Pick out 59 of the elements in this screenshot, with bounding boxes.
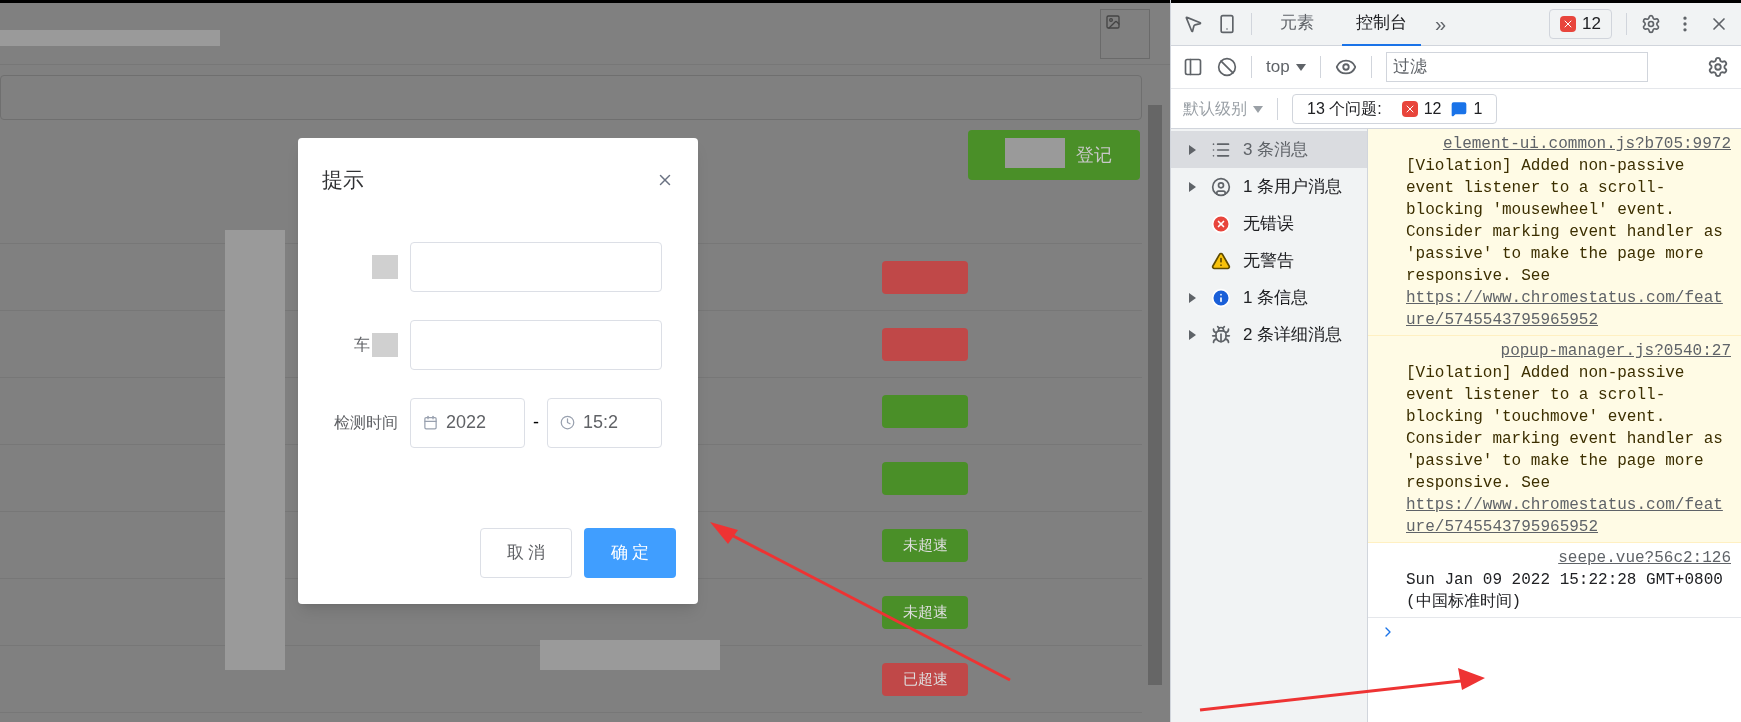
range-separator: - — [532, 411, 540, 434]
filter-field[interactable]: 过滤 — [1385, 52, 1648, 82]
user-icon — [1211, 176, 1231, 197]
blur-patch — [1005, 138, 1065, 168]
caret-icon — [1187, 329, 1197, 340]
url-link[interactable]: https://www.chromestatus.com/feature/5745543795965952 — [1406, 287, 1731, 331]
cancel-button[interactable]: 取 消 — [480, 528, 572, 578]
date-field[interactable]: 2022 — [410, 397, 525, 448]
more-tabs-button[interactable]: » — [1435, 9, 1447, 39]
settings-icon[interactable] — [1707, 56, 1729, 78]
status-tag: 已超速 — [882, 662, 968, 696]
message-text: Sun Jan 09 2022 15:22:28 GMT+0800 (中国标准时间) — [1406, 570, 1724, 613]
clear-console-icon[interactable] — [1217, 57, 1237, 77]
sidebar-item[interactable]: 2 条详细消息 — [1171, 316, 1367, 353]
source-link[interactable]: element-ui.common.js?b705:9972 — [1442, 133, 1731, 155]
sidebar-item[interactable]: 1 条信息 — [1171, 279, 1367, 316]
settings-icon[interactable] — [1641, 14, 1661, 34]
broken-image-icon — [1100, 8, 1150, 59]
sidebar-item[interactable]: 1 条用户消息 — [1171, 168, 1367, 205]
sidebar-item[interactable]: 无错误 — [1171, 205, 1367, 242]
time-field[interactable]: 15:2 — [547, 397, 662, 448]
caret-icon — [1187, 292, 1197, 303]
message-text: [Violation] Added non-passive event listener to a scroll-blocking 'touchmove' event. Consider marking event handler as 'passive' to make the page more responsive. See — [1406, 363, 1724, 494]
blur-patch — [372, 332, 398, 357]
info-icon — [1211, 287, 1231, 308]
message-icon — [1451, 100, 1468, 117]
status-tag: 未超速 — [882, 528, 968, 562]
input-field[interactable] — [410, 241, 662, 292]
message-text: [Violation] Added non-passive event listener to a scroll-blocking 'mousewheel' event. Consider marking event handler as 'passive' to make the page more responsive. See — [1406, 156, 1724, 287]
input-field[interactable] — [410, 319, 662, 370]
error-icon — [1211, 213, 1231, 234]
status-tag: 未超速 — [882, 595, 968, 629]
bug-icon — [1211, 324, 1231, 345]
inspect-icon[interactable] — [1183, 14, 1203, 34]
caret-icon — [1295, 62, 1306, 72]
sidebar-toggle-icon[interactable] — [1183, 57, 1203, 77]
sidebar-item[interactable]: 3 条消息 — [1171, 131, 1367, 168]
blur-patch — [372, 254, 398, 279]
caret-icon — [1187, 144, 1197, 155]
clock-icon — [560, 415, 575, 430]
caret-icon — [1187, 181, 1197, 192]
issues-button[interactable]: 13 个问题: 12 1 — [1292, 93, 1498, 124]
scrollbar[interactable] — [1148, 105, 1162, 685]
error-badge[interactable]: 12 — [1549, 9, 1612, 39]
source-link[interactable]: popup-manager.js?0540:27 — [1500, 340, 1731, 362]
error-icon — [1401, 100, 1418, 117]
field-label: 检测时间 — [334, 412, 398, 433]
caret-icon — [1253, 103, 1263, 114]
devtools-tab[interactable]: 元素 — [1266, 2, 1328, 46]
url-link[interactable]: https://www.chromestatus.com/feature/5745543795965952 — [1406, 494, 1731, 538]
context-dropdown[interactable]: top — [1266, 54, 1306, 80]
field-label: 车 — [354, 334, 370, 355]
calendar-icon — [423, 415, 438, 430]
error-icon — [1560, 16, 1577, 32]
sidebar-item[interactable]: 无警告 — [1171, 242, 1367, 279]
source-link[interactable]: seepe.vue?56c2:126 — [1558, 547, 1731, 569]
warning-icon — [1211, 250, 1231, 271]
device-icon[interactable] — [1217, 14, 1237, 34]
dialog-title: 提示 — [322, 167, 364, 193]
